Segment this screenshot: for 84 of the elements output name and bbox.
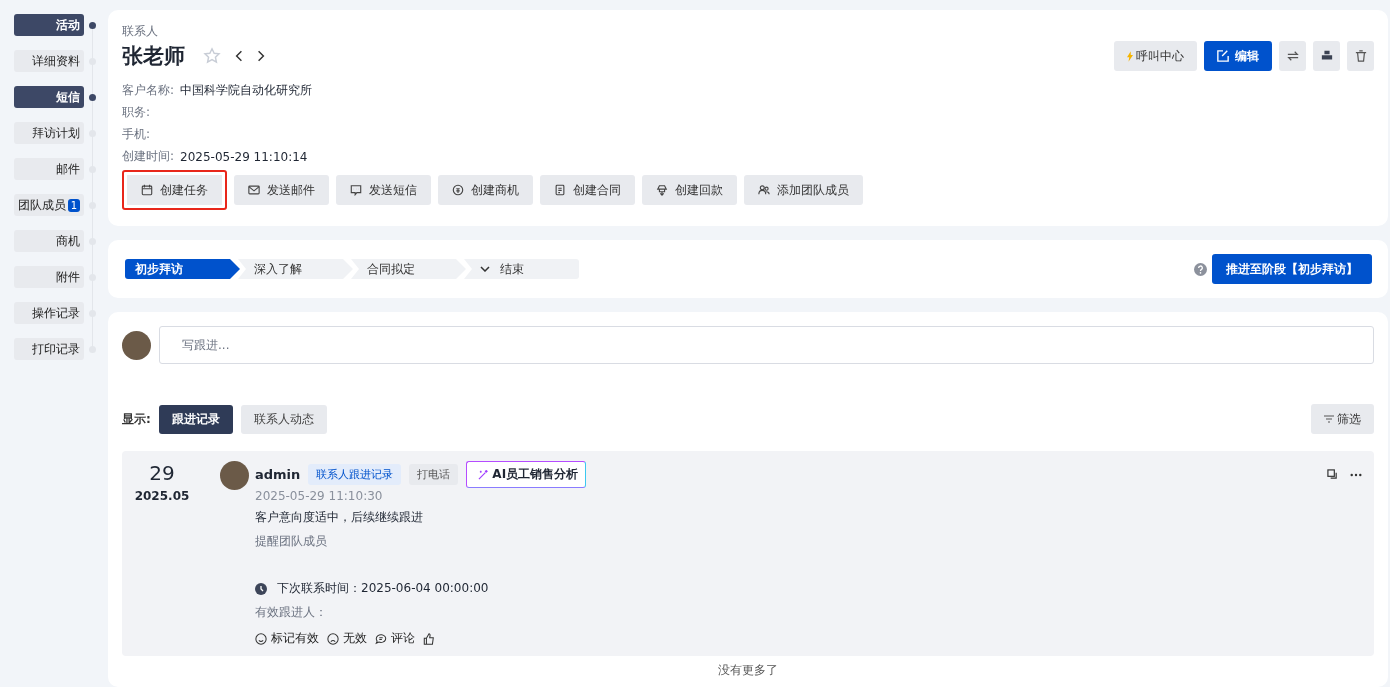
sidebar-item[interactable]: 操作记录 xyxy=(14,302,84,324)
deal-action-button[interactable]: 创建商机 xyxy=(438,175,533,205)
clock-icon xyxy=(255,582,267,595)
remind-text: 提醒团队成员 xyxy=(255,533,328,550)
end-of-list-text: 没有更多了 xyxy=(718,662,778,679)
arrows-icon xyxy=(1286,50,1299,62)
edit-button[interactable]: 编辑 xyxy=(1204,41,1272,71)
mark-invalid-button[interactable]: 无效 xyxy=(327,630,367,647)
sidebar-item[interactable]: 拜访计划 xyxy=(14,122,84,144)
star-icon[interactable] xyxy=(203,47,221,65)
mail-icon xyxy=(248,184,260,196)
sidebar-item[interactable]: 打印记录 xyxy=(14,338,84,360)
user-name: admin xyxy=(255,467,301,482)
sidebar-item[interactable]: 活动 xyxy=(14,14,84,36)
sms-action-button[interactable]: 发送短信 xyxy=(336,175,431,205)
sidebar-item[interactable]: 商机 xyxy=(14,230,84,252)
record-day: 29 xyxy=(130,461,194,485)
sidebar-item[interactable]: 附件 xyxy=(14,266,84,288)
chevron-down-icon xyxy=(480,266,490,272)
transfer-button[interactable] xyxy=(1279,41,1306,71)
record-content: 客户意向度适中，后续继续跟进 xyxy=(255,509,424,526)
call-center-button[interactable]: 呼叫中心 xyxy=(1114,41,1197,71)
magic-wand-icon xyxy=(478,469,490,480)
field-label: 创建时间: xyxy=(122,148,175,165)
stage-step[interactable]: 初步拜访 xyxy=(125,259,240,279)
sidebar-item[interactable]: 短信 xyxy=(14,86,84,108)
edit-icon xyxy=(1217,50,1229,62)
copy-icon[interactable] xyxy=(1327,469,1338,480)
avatar xyxy=(220,461,249,490)
filter-tab[interactable]: 联系人动态 xyxy=(240,404,327,434)
record-tag: 联系人跟进记录 xyxy=(308,464,402,485)
timeline-dot xyxy=(89,21,96,29)
task-action-button[interactable]: 创建任务 xyxy=(122,170,227,210)
timeline-dot xyxy=(89,93,96,101)
sidebar-item[interactable]: 团队成员 1 xyxy=(14,194,84,216)
field-label: 职务: xyxy=(122,104,151,121)
stage-step[interactable]: 合同拟定 xyxy=(351,259,466,279)
field-value: 2025-05-29 11:10:14 xyxy=(180,149,308,164)
chevron-right-icon[interactable] xyxy=(257,50,265,62)
show-label: 显示: xyxy=(122,410,151,428)
comment-icon xyxy=(375,632,387,645)
comment-button[interactable]: 评论 xyxy=(375,630,415,647)
filter-tab[interactable]: 跟进记录 xyxy=(158,404,233,434)
sidebar-item[interactable]: 详细资料 xyxy=(14,50,84,72)
payment-action-button[interactable]: 创建回款 xyxy=(642,175,737,205)
record-type-tag: 打电话 xyxy=(409,464,459,485)
team-action-button[interactable]: 添加团队成员 xyxy=(744,175,863,205)
field-label: 手机: xyxy=(122,126,151,143)
record-type: 联系人 xyxy=(122,23,159,40)
stage-step[interactable]: 结束 xyxy=(464,259,579,279)
lightning-icon xyxy=(1127,50,1133,62)
avatar xyxy=(122,330,151,360)
advance-stage-button[interactable]: 推进至阶段【初步拜访】 xyxy=(1212,254,1372,284)
ai-analysis-button[interactable]: AI员工销售分析 xyxy=(466,461,587,488)
next-contact-time: 下次联系时间：2025-06-04 00:00:00 xyxy=(277,580,489,597)
field-label: 客户名称: xyxy=(122,82,175,99)
contact-name: 张老师 xyxy=(122,43,185,70)
followup-input-field[interactable]: 写跟进... xyxy=(159,326,1374,364)
record-month: 2025.05 xyxy=(133,489,191,503)
record-time: 2025-05-29 11:10:30 xyxy=(255,489,384,503)
filter-button[interactable]: 筛选 xyxy=(1311,404,1374,434)
trash-icon xyxy=(1354,50,1367,62)
stage-step[interactable]: 深入了解 xyxy=(238,259,353,279)
field-value: 中国科学院自动化研究所 xyxy=(180,82,313,99)
print-button[interactable] xyxy=(1313,41,1340,71)
sidebar-item[interactable]: 邮件 xyxy=(14,158,84,180)
delete-button[interactable] xyxy=(1347,41,1374,71)
count-badge: 1 xyxy=(67,198,80,212)
mail-action-button[interactable]: 发送邮件 xyxy=(234,175,329,205)
more-icon[interactable] xyxy=(1350,472,1362,477)
chevron-left-icon[interactable] xyxy=(235,50,243,62)
task-icon xyxy=(141,184,153,196)
printer-icon xyxy=(1320,50,1333,62)
team-icon xyxy=(758,184,770,196)
help-icon[interactable] xyxy=(1194,262,1207,276)
mark-valid-button[interactable]: 标记有效 xyxy=(255,630,319,647)
thumbs-up-icon[interactable] xyxy=(423,632,435,645)
contract-action-button[interactable]: 创建合同 xyxy=(540,175,635,205)
filter-icon xyxy=(1324,415,1334,423)
contract-icon xyxy=(554,184,566,196)
sms-icon xyxy=(350,184,362,196)
smile-icon xyxy=(255,632,267,645)
effective-followers: 有效跟进人： xyxy=(255,604,328,621)
frown-icon xyxy=(327,632,339,645)
